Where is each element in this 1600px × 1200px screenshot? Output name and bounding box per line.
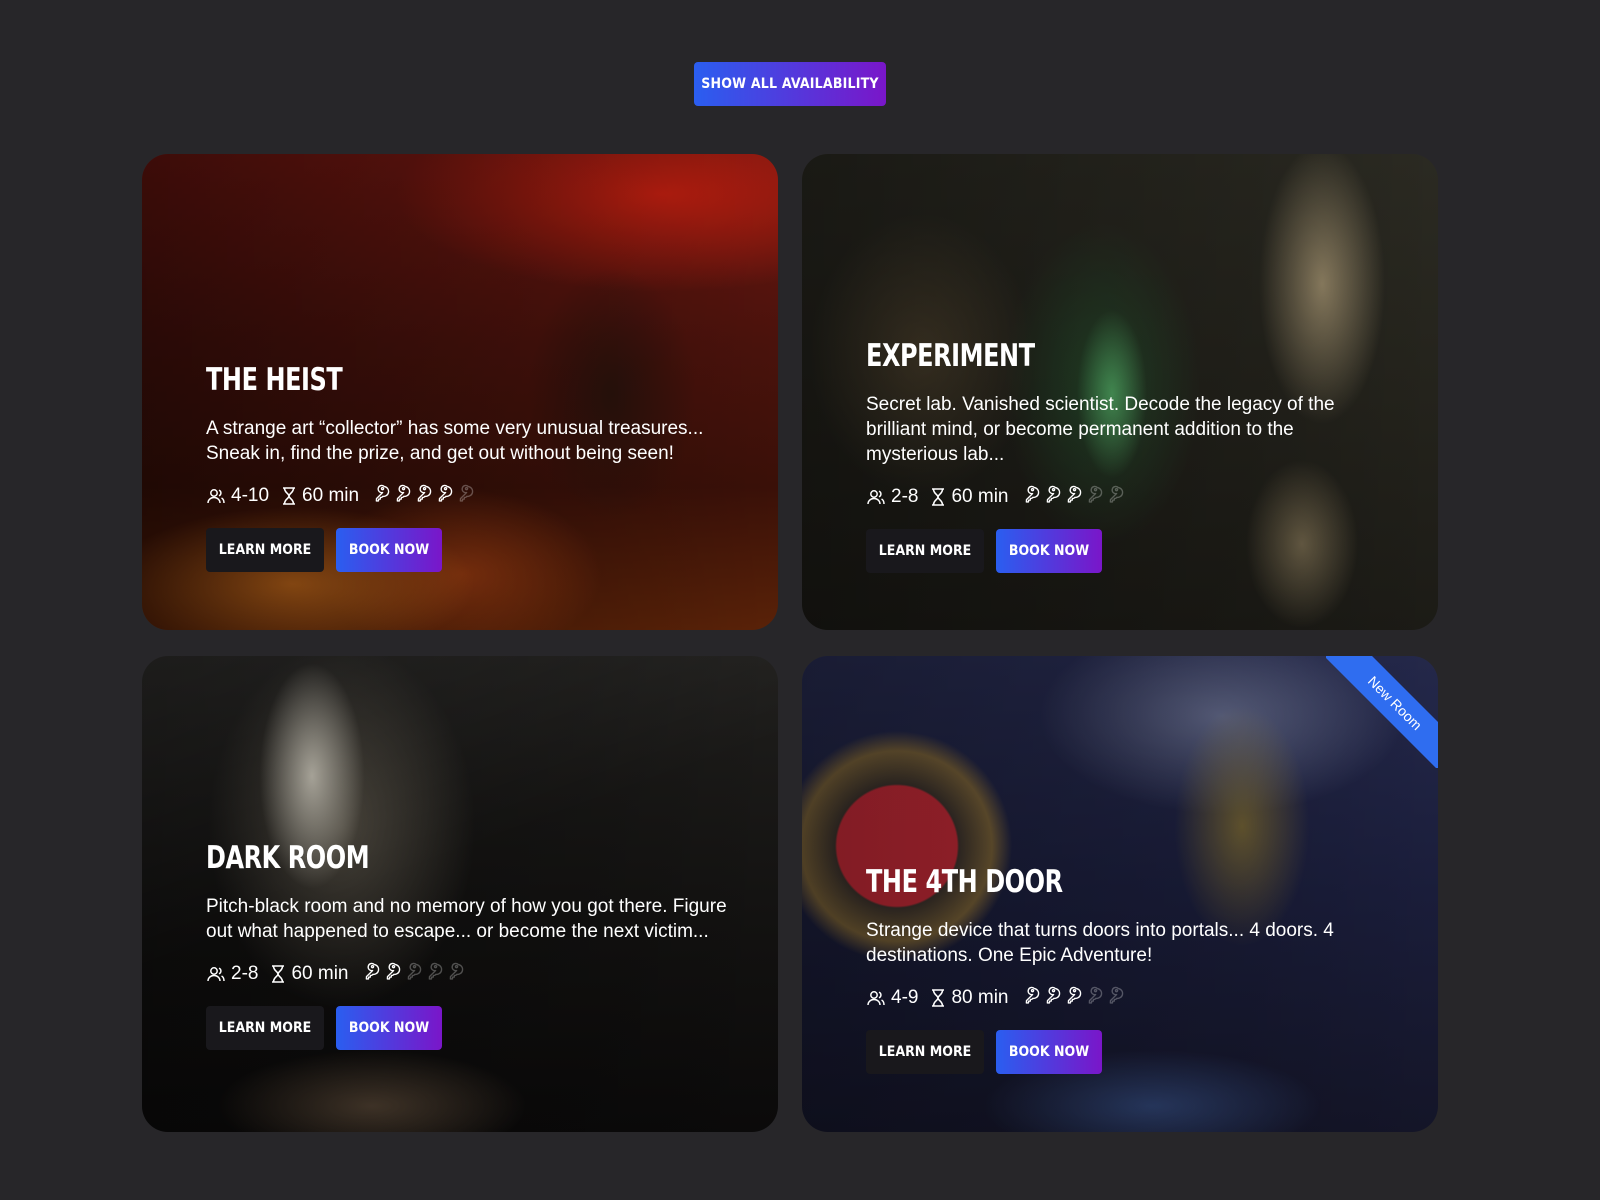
duration: 60 min — [951, 486, 1009, 507]
difficulty-key-empty-icon — [403, 962, 422, 987]
room-description: Strange device that turns doors into por… — [866, 920, 1334, 966]
difficulty-key-icon — [1042, 986, 1061, 1011]
room-description: Secret lab. Vanished scientist. Decode t… — [866, 394, 1335, 465]
room-meta: 2-8 60 min — [866, 485, 1388, 509]
room-card-dark-room[interactable]: Dark Room Pitch-black room and no memory… — [142, 656, 778, 1132]
players-count: 4-9 — [891, 987, 919, 1008]
difficulty-key-empty-icon — [1084, 986, 1103, 1011]
hourglass-icon — [932, 989, 945, 1007]
book-now-button[interactable]: Book now — [336, 528, 442, 572]
difficulty-key-empty-icon — [1105, 485, 1124, 510]
book-now-button[interactable]: Book now — [336, 1006, 442, 1050]
difficulty-key-icon — [413, 484, 432, 509]
difficulty-key-icon — [1063, 986, 1082, 1011]
players-icon — [867, 991, 885, 1006]
duration: 60 min — [302, 485, 360, 506]
book-now-button[interactable]: Book now — [996, 1030, 1102, 1074]
learn-more-button[interactable]: Learn more — [866, 1030, 984, 1074]
difficulty-key-icon — [392, 484, 411, 509]
room-title: The 4th Door — [866, 864, 1063, 900]
players-icon — [207, 967, 225, 982]
room-description: A strange art “collector” has some very … — [206, 418, 704, 464]
difficulty-keys — [1021, 485, 1124, 510]
room-title: The Heist — [206, 362, 343, 398]
difficulty-key-icon — [1063, 485, 1082, 510]
difficulty-key-icon — [1021, 485, 1040, 510]
learn-more-button[interactable]: Learn more — [206, 1006, 324, 1050]
difficulty-key-empty-icon — [424, 962, 443, 987]
difficulty-key-icon — [361, 962, 380, 987]
difficulty-key-icon — [1042, 485, 1061, 510]
room-meta: 2-8 60 min — [206, 962, 728, 986]
learn-more-button[interactable]: Learn more — [206, 528, 324, 572]
players-count: 2-8 — [231, 963, 259, 984]
difficulty-key-empty-icon — [455, 484, 474, 509]
learn-more-button[interactable]: Learn more — [866, 529, 984, 573]
difficulty-keys — [361, 962, 464, 987]
hourglass-icon — [272, 965, 285, 983]
room-title: Experiment — [866, 338, 1035, 374]
room-meta: 4-10 60 min — [206, 484, 728, 508]
show-all-availability-button[interactable]: Show all availability — [694, 62, 886, 106]
duration: 60 min — [291, 963, 349, 984]
difficulty-key-icon — [434, 484, 453, 509]
players-count: 4-10 — [231, 485, 270, 506]
duration: 80 min — [951, 987, 1009, 1008]
room-card-the-4th-door[interactable]: New Room The 4th Door Strange device tha… — [802, 656, 1438, 1132]
difficulty-keys — [371, 484, 474, 509]
hourglass-icon — [932, 488, 945, 506]
book-now-button[interactable]: Book now — [996, 529, 1102, 573]
difficulty-key-icon — [1021, 986, 1040, 1011]
difficulty-key-icon — [382, 962, 401, 987]
room-card-experiment[interactable]: Experiment Secret lab. Vanished scientis… — [802, 154, 1438, 630]
difficulty-key-empty-icon — [1105, 986, 1124, 1011]
room-meta: 4-9 80 min — [866, 986, 1388, 1010]
difficulty-key-empty-icon — [445, 962, 464, 987]
players-icon — [207, 489, 225, 504]
difficulty-keys — [1021, 986, 1124, 1011]
players-icon — [867, 490, 885, 505]
new-room-ribbon: New Room — [1326, 656, 1438, 768]
room-description: Pitch-black room and no memory of how yo… — [206, 896, 727, 942]
difficulty-key-empty-icon — [1084, 485, 1103, 510]
room-title: Dark Room — [206, 840, 370, 876]
hourglass-icon — [283, 487, 296, 505]
players-count: 2-8 — [891, 486, 919, 507]
room-card-the-heist[interactable]: The Heist A strange art “collector” has … — [142, 154, 778, 630]
difficulty-key-icon — [371, 484, 390, 509]
